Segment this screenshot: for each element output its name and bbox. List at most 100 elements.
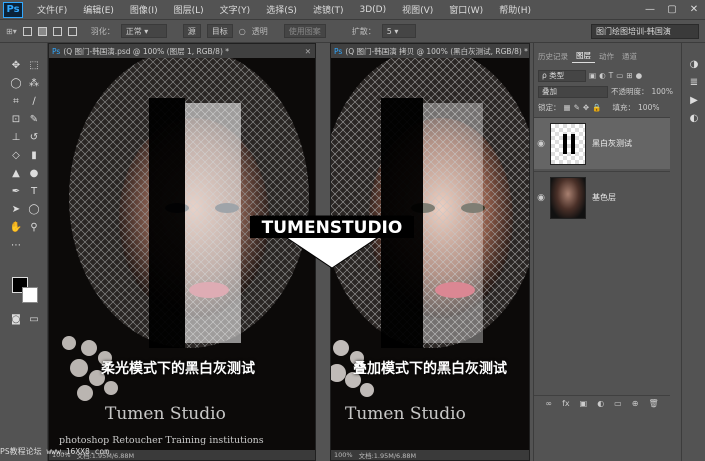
lock-move-icon[interactable]: ✥ <box>583 103 589 112</box>
hand-tool-icon[interactable]: ✋ <box>8 219 24 235</box>
tab-history[interactable]: 历史记录 <box>534 49 572 63</box>
target-button[interactable]: 目标 <box>206 24 233 38</box>
close-button[interactable]: ✕ <box>683 0 705 19</box>
style-select[interactable]: 正常 ▾ <box>120 24 167 38</box>
tumenstudio-logo: TUMENSTUDIO <box>250 215 414 269</box>
opacity-label: 不透明度： <box>611 87 649 96</box>
filter-adjust-icon[interactable]: ◐ <box>599 71 606 80</box>
fx-icon[interactable]: fx <box>562 399 570 408</box>
history-brush-icon[interactable]: ↺ <box>26 129 42 145</box>
filter-toggle-icon[interactable]: ● <box>636 71 643 80</box>
lock-brush-icon[interactable]: ✎ <box>574 103 580 112</box>
intersect-selection-icon[interactable] <box>67 26 77 36</box>
eraser-tool-icon[interactable]: ◇ <box>8 147 24 163</box>
marquee-tool-icon[interactable]: ⬚ <box>26 57 42 73</box>
more-tools-icon[interactable]: ⋯ <box>8 237 24 253</box>
document-tab-right[interactable]: Ps (Q 图门-韩国演 拷贝 @ 100% (黑白灰测试, RGB/8) * <box>331 44 529 58</box>
menu-image[interactable]: 图像(I) <box>122 3 166 16</box>
move-tool-icon[interactable]: ✥ <box>8 57 24 73</box>
menu-filter[interactable]: 滤镜(T) <box>305 3 352 16</box>
filter-type-icon[interactable]: T <box>609 71 614 80</box>
maximize-button[interactable]: ▢ <box>661 0 683 19</box>
opacity-value[interactable]: 100% <box>652 87 673 96</box>
trash-icon[interactable]: 🗑 <box>648 399 658 408</box>
adjust-dock-icon[interactable]: ◐ <box>687 111 701 125</box>
lock-transparent-icon[interactable]: ▦ <box>564 103 571 112</box>
new-layer-icon[interactable]: ⊕ <box>632 399 639 408</box>
eyedropper-tool-icon[interactable]: ∕ <box>26 93 42 109</box>
marquee-preset-icon[interactable]: ⊞▾ <box>6 27 17 36</box>
menu-edit[interactable]: 编辑(E) <box>75 3 122 16</box>
mask-icon[interactable]: ▣ <box>580 399 588 408</box>
new-selection-icon[interactable] <box>22 26 32 36</box>
layer-thumbnail <box>550 122 586 165</box>
type-tool-icon[interactable]: T <box>26 183 42 199</box>
menu-type[interactable]: 文字(Y) <box>212 3 259 16</box>
magic-wand-icon[interactable]: ⁂ <box>26 75 42 91</box>
layer-filter-row: ρ 类型 ▣ ◐ T ▭ ⊞ ● <box>538 69 675 82</box>
close-tab-icon[interactable]: ✕ <box>305 47 311 56</box>
add-selection-icon[interactable] <box>37 26 47 36</box>
layers-footer: ∞ fx ▣ ◐ ▭ ⊕ 🗑 <box>534 395 670 411</box>
tab-layers[interactable]: 图层 <box>572 49 595 63</box>
zoom-level-right[interactable]: 100% <box>334 451 353 459</box>
tab-channels[interactable]: 通道 <box>618 49 641 63</box>
spread-value: 5 <box>386 26 392 36</box>
filter-smart-icon[interactable]: ⊞ <box>626 71 632 80</box>
site-credit: PS教程论坛 www.16XX8.com <box>0 447 110 456</box>
menu-view[interactable]: 视图(V) <box>394 3 441 16</box>
lasso-tool-icon[interactable]: ◯ <box>8 75 24 91</box>
menu-layer[interactable]: 图层(L) <box>166 3 212 16</box>
filter-shape-icon[interactable]: ▭ <box>616 71 623 80</box>
menu-file[interactable]: 文件(F) <box>29 3 75 16</box>
background-color-swatch[interactable] <box>22 287 38 303</box>
blend-mode-select[interactable]: 叠加 <box>538 85 608 98</box>
quick-mask-icon[interactable]: ◙ <box>8 311 24 327</box>
menu-select[interactable]: 选择(S) <box>258 3 305 16</box>
group-icon[interactable]: ▭ <box>614 399 622 408</box>
workspace-select[interactable]: 图门绘图培训-韩国演 <box>591 23 699 39</box>
color-panel-icon[interactable]: ◑ <box>687 57 701 71</box>
eye-visibility-icon[interactable]: ◉ <box>534 139 548 149</box>
lock-all-icon[interactable]: 🔒 <box>592 103 601 112</box>
layer-thumbnail <box>550 176 586 219</box>
spread-input[interactable]: 5 ▾ <box>381 24 416 38</box>
path-select-icon[interactable]: ➤ <box>8 201 24 217</box>
lock-label: 锁定： <box>538 103 561 112</box>
layer-row[interactable]: ◉ 黑白灰测试 <box>534 117 670 169</box>
fill-value[interactable]: 100% <box>638 103 659 112</box>
ellipse-tool-icon[interactable]: ◯ <box>26 201 42 217</box>
menu-help[interactable]: 帮助(H) <box>491 3 539 16</box>
use-pattern-button[interactable]: 使用图案 <box>283 24 326 38</box>
ps-doc-icon: Ps <box>52 46 61 56</box>
menu-3d[interactable]: 3D(D) <box>351 5 394 15</box>
workspace-value: 图门绘图培训-韩国演 <box>596 26 671 36</box>
transparent-label: 透明 <box>251 26 268 36</box>
subtract-selection-icon[interactable] <box>52 26 62 36</box>
patch-tool-icon[interactable]: ⊡ <box>8 111 24 127</box>
eye-visibility-icon[interactable]: ◉ <box>534 193 548 203</box>
brush-tool-icon[interactable]: ✎ <box>26 111 42 127</box>
adjustment-icon[interactable]: ◐ <box>597 399 604 408</box>
crop-tool-icon[interactable]: ⌗ <box>8 93 24 109</box>
caption-right: 叠加模式下的黑白灰测试 <box>353 361 507 377</box>
blur-tool-icon[interactable]: ▲ <box>8 165 24 181</box>
source-button[interactable]: 源 <box>182 24 201 38</box>
layers-dock-icon[interactable]: ≣ <box>687 75 701 89</box>
menu-window[interactable]: 窗口(W) <box>441 3 491 16</box>
layer-filter-select[interactable]: ρ 类型 <box>538 69 586 82</box>
stamp-tool-icon[interactable]: ⊥ <box>8 129 24 145</box>
minimize-button[interactable]: — <box>639 0 661 19</box>
layer-row[interactable]: ◉ 基色层 <box>534 171 670 223</box>
zoom-tool-icon[interactable]: ⚲ <box>26 219 42 235</box>
filter-pixel-icon[interactable]: ▣ <box>589 71 596 80</box>
dodge-tool-icon[interactable]: ● <box>26 165 42 181</box>
play-icon[interactable]: ▶ <box>687 93 701 107</box>
tab-actions[interactable]: 动作 <box>595 49 618 63</box>
pen-tool-icon[interactable]: ✒ <box>8 183 24 199</box>
screen-mode-icon[interactable]: ▭ <box>26 311 42 327</box>
link-icon[interactable]: ∞ <box>545 399 552 408</box>
transparent-checkbox-icon[interactable]: ○ <box>239 27 246 36</box>
document-tab-left[interactable]: Ps (Q 图门-韩国演.psd @ 100% (图层 1, RGB/8) * … <box>49 44 315 58</box>
gradient-tool-icon[interactable]: ▮ <box>26 147 42 163</box>
